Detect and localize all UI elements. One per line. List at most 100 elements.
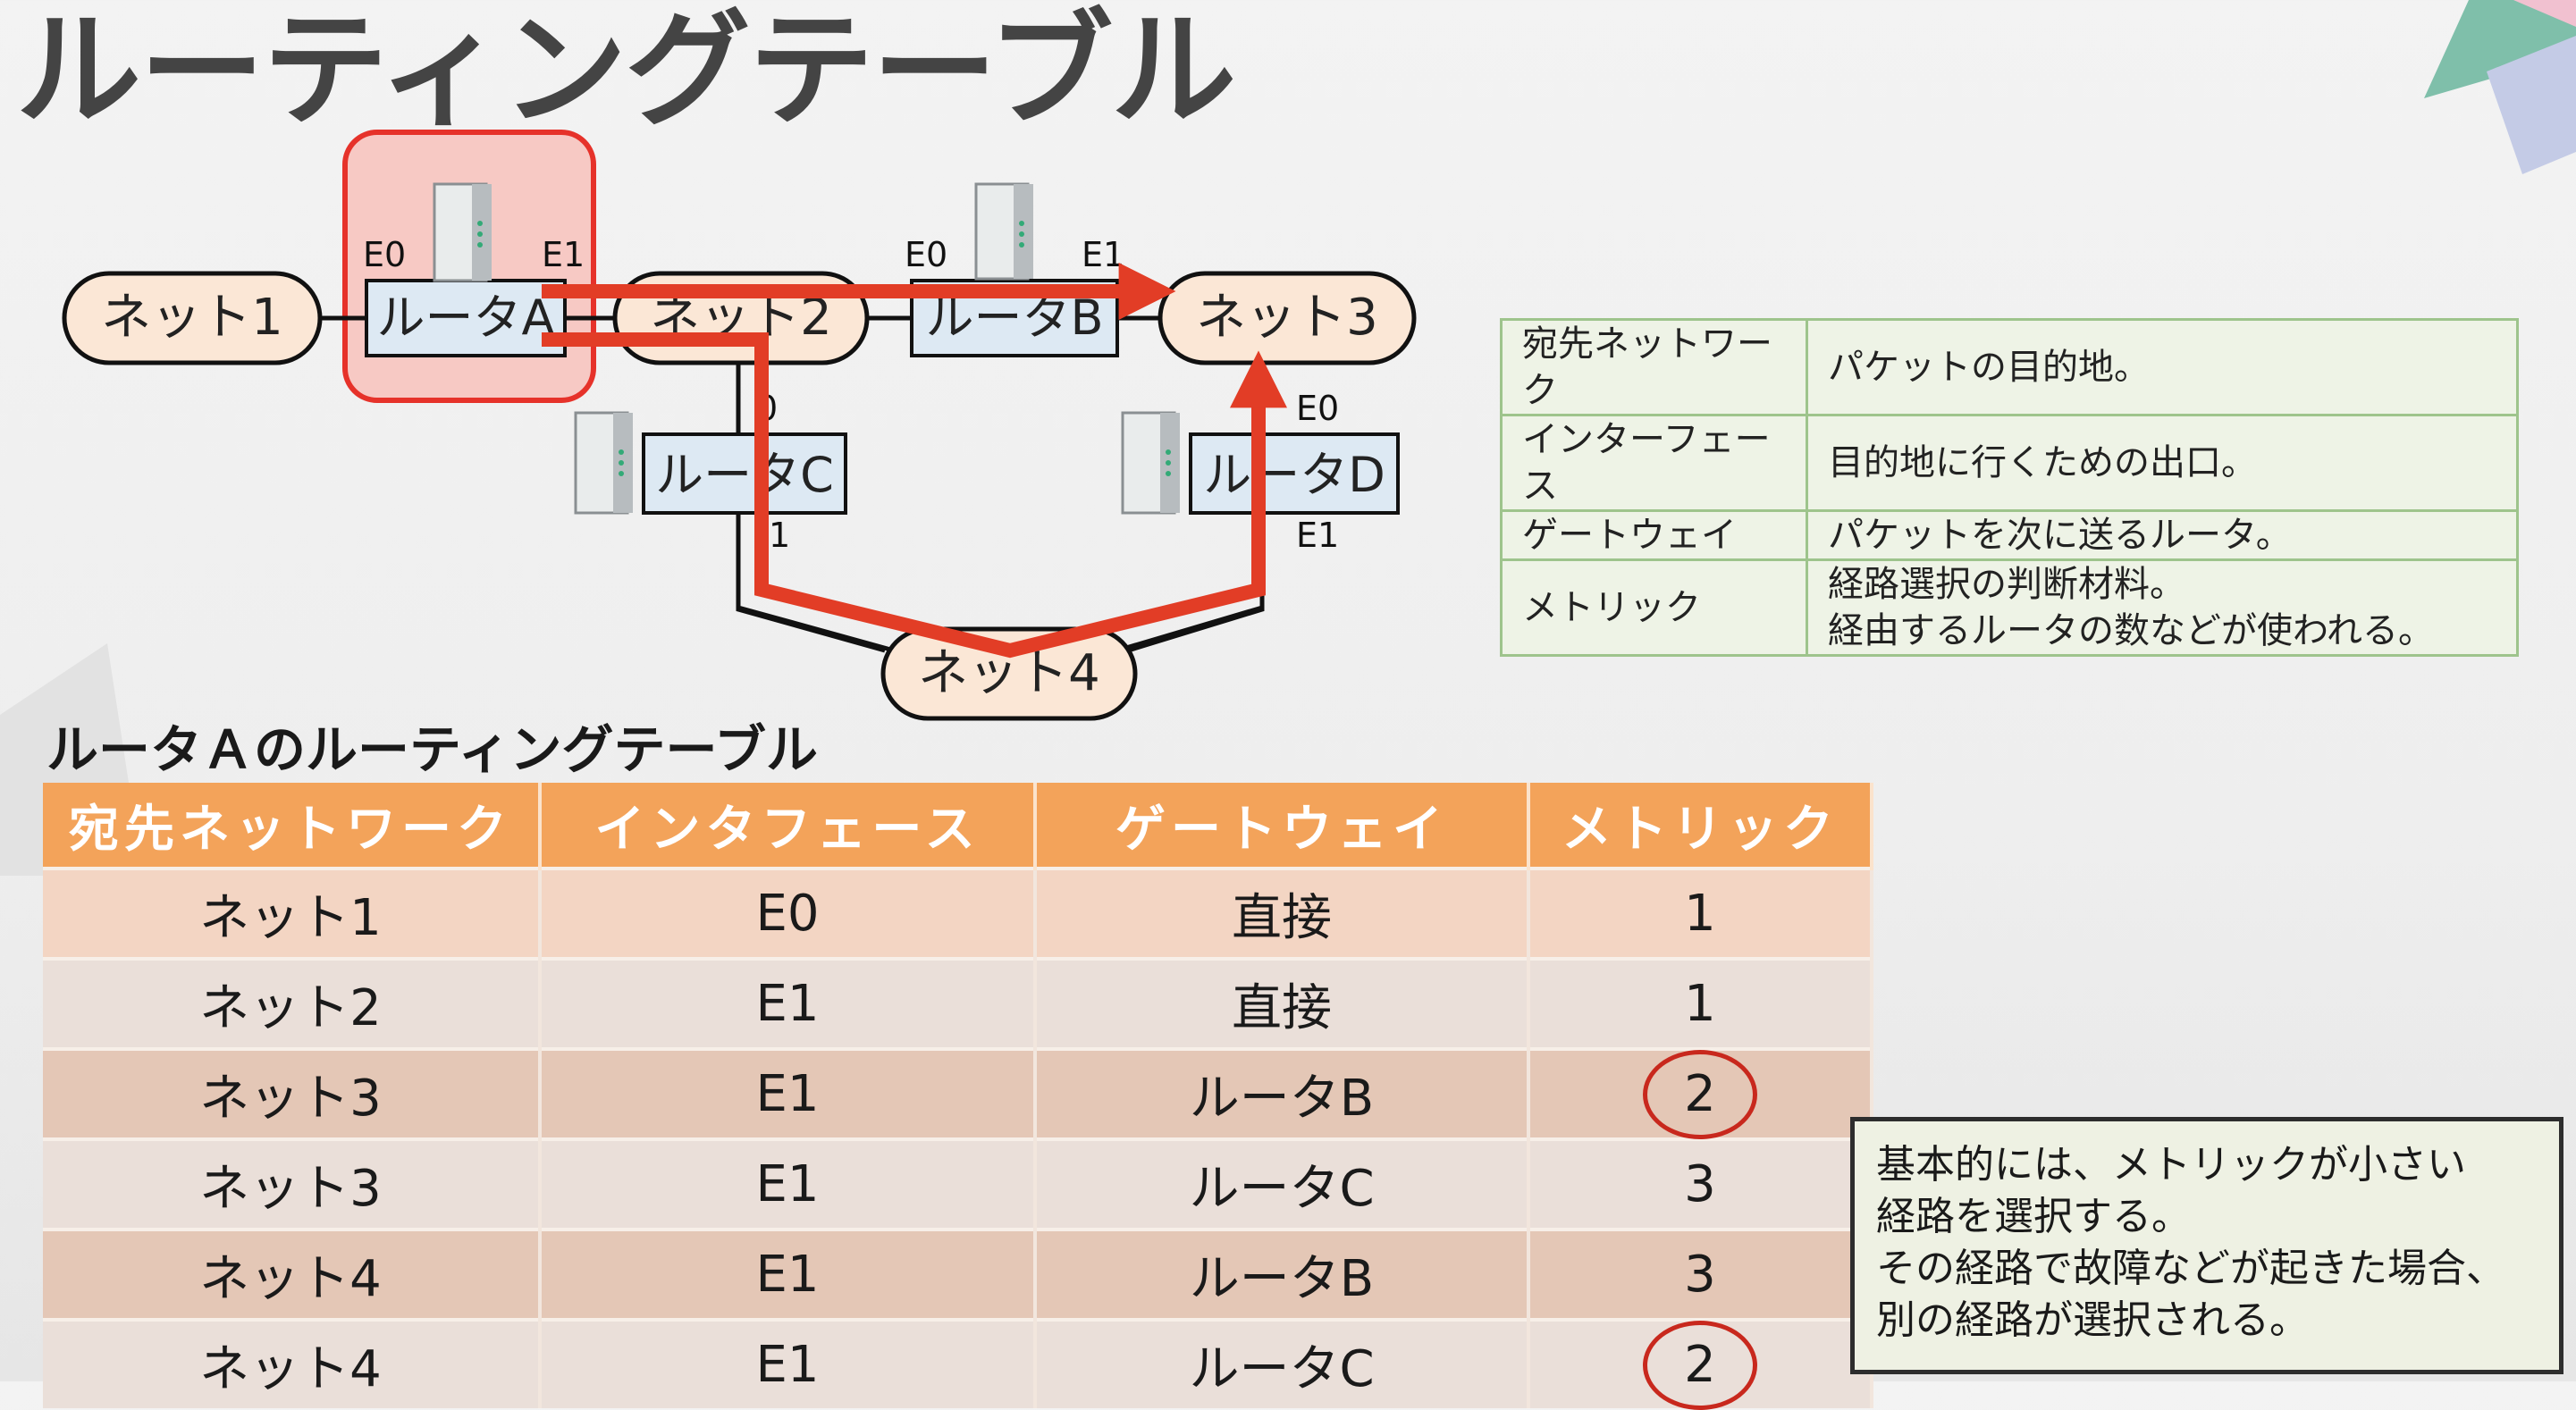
metric-cell: 3 xyxy=(1528,1137,1873,1230)
port-label: E0 xyxy=(363,235,406,274)
router-d: ルータD xyxy=(1189,432,1400,515)
metric-highlight-circle xyxy=(1643,1049,1757,1139)
gateway-cell: ルータC xyxy=(1035,1318,1530,1408)
port-label: E0 xyxy=(1296,389,1339,428)
network-net1: ネット1 xyxy=(62,271,323,365)
metric-cell-text: 3 xyxy=(1684,1246,1716,1304)
glossary-term: メトリック xyxy=(1500,558,1808,657)
glossary-row: 宛先ネットワーク パケットの目的地。 xyxy=(1500,318,2519,416)
dest-cell-text: ネット2 xyxy=(199,979,382,1037)
gateway-cell: ルータC xyxy=(1035,1137,1530,1230)
port-label: 1 xyxy=(769,516,790,555)
glossary-term: ゲートウェイ xyxy=(1500,509,1808,561)
router-a: ルータA xyxy=(365,279,567,357)
gateway-cell: ルータB xyxy=(1035,1047,1530,1139)
routing-table: 宛先ネットワーク インタフェース ゲートウェイ メトリック ネット1 E0 直接 1 ネ… xyxy=(43,783,1873,1410)
column-header: 宛先ネットワーク xyxy=(43,783,542,869)
dest-cell-text: ネット3 xyxy=(199,1160,382,1218)
gateway-cell: 直接 xyxy=(1035,957,1530,1049)
dest-cell: ネット4 xyxy=(43,1318,542,1408)
router-a-label: ルータA xyxy=(377,290,555,346)
glossary-term: 宛先ネットワーク xyxy=(1500,318,1808,416)
iface-cell: E1 xyxy=(540,1318,1037,1408)
dest-cell-text: ネット3 xyxy=(199,1070,382,1128)
table-row: ネット2 E1 直接 1 xyxy=(43,957,1873,1049)
metric-cell: 2 xyxy=(1528,1318,1873,1410)
port-label: E0 xyxy=(905,235,947,274)
gateway-cell-text: ルータC xyxy=(1189,1340,1375,1398)
column-header: ゲートウェイ xyxy=(1035,783,1530,869)
glossary-row: メトリック 経路選択の判断材料。 経由するルータの数などが使われる。 xyxy=(1500,558,2519,657)
glossary-desc-line: パケットの目的地。 xyxy=(1828,347,2150,388)
iface-cell-text: E1 xyxy=(755,975,820,1033)
column-header: メトリック xyxy=(1528,783,1873,869)
dest-cell: ネット4 xyxy=(43,1228,542,1320)
iface-cell-text: E0 xyxy=(755,885,820,943)
gateway-cell-text: 直接 xyxy=(1232,979,1332,1037)
iface-cell: E1 xyxy=(540,1228,1037,1320)
routing-table-header: 宛先ネットワーク インタフェース ゲートウェイ メトリック xyxy=(43,783,1873,869)
net3-label: ネット3 xyxy=(1196,289,1378,347)
glossary-desc: 経路選択の判断材料。 経由するルータの数などが使われる。 xyxy=(1806,558,2519,657)
iface-cell-text: E1 xyxy=(755,1336,820,1394)
note-line: 別の経路が選択される。 xyxy=(1876,1297,2309,1343)
glossary-desc-line: 経由するルータの数などが使われる。 xyxy=(1828,610,2434,651)
net1-label: ネット1 xyxy=(101,289,283,347)
iface-cell: E1 xyxy=(540,1047,1037,1139)
column-header: インタフェース xyxy=(540,783,1037,869)
metric-cell: 1 xyxy=(1528,957,1873,1049)
gateway-cell: 直接 xyxy=(1035,867,1530,959)
glossary-table: 宛先ネットワーク パケットの目的地。 インターフェース 目的地に行くための出口。… xyxy=(1500,318,2519,657)
table-row: ネット1 E0 直接 1 xyxy=(43,867,1873,959)
glossary-desc: パケットを次に送るルータ。 xyxy=(1806,509,2519,561)
iface-cell-text: E1 xyxy=(755,1246,820,1304)
iface-cell: E1 xyxy=(540,1137,1037,1230)
note-line: 経路を選択する。 xyxy=(1876,1194,2191,1239)
note-box: 基本的には、メトリックが小さい 経路を選択する。 その経路で故障などが起きた場合… xyxy=(1850,1117,2563,1374)
glossary-row: ゲートウェイ パケットを次に送るルータ。 xyxy=(1500,509,2519,561)
metric-cell: 3 xyxy=(1528,1228,1873,1320)
table-row: ネット3 E1 ルータC 3 xyxy=(43,1137,1873,1230)
iface-cell-text: E1 xyxy=(755,1065,820,1123)
router-device-icon xyxy=(574,411,633,515)
metric-cell: 2 xyxy=(1528,1047,1873,1139)
glossary-row: インターフェース 目的地に行くための出口。 xyxy=(1500,414,2519,512)
dest-cell: ネット3 xyxy=(43,1137,542,1230)
port-label: E1 xyxy=(1296,516,1339,555)
iface-cell-text: E1 xyxy=(755,1155,820,1213)
dest-cell-text: ネット1 xyxy=(199,889,382,947)
port-label: E1 xyxy=(542,235,585,274)
dest-cell-text: ネット4 xyxy=(199,1250,382,1308)
note-line: 基本的には、メトリックが小さい xyxy=(1876,1142,2466,1188)
gateway-cell: ルータB xyxy=(1035,1228,1530,1320)
dest-cell: ネット3 xyxy=(43,1047,542,1139)
glossary-desc-line: 経路選択の判断材料。 xyxy=(1828,564,2185,605)
dest-cell-text: ネット4 xyxy=(199,1340,382,1398)
gateway-cell-text: ルータB xyxy=(1189,1070,1375,1128)
glossary-desc-line: 目的地に行くための出口。 xyxy=(1828,442,2257,483)
note-line: その経路で故障などが起きた場合、 xyxy=(1876,1246,2505,1291)
router-device-icon xyxy=(974,182,1033,281)
port-label: E1 xyxy=(1082,235,1124,274)
network-net4: ネット4 xyxy=(880,626,1138,721)
network-diagram: ネット1 ネット2 ネット3 ネット4 ルータA ルータB ルータC ルータD xyxy=(62,130,1417,721)
glossary-term: インターフェース xyxy=(1500,414,1808,512)
gateway-cell-text: ルータB xyxy=(1189,1250,1375,1308)
corner-decoration xyxy=(2424,0,2576,174)
table-row: ネット4 E1 ルータB 3 xyxy=(43,1228,1873,1320)
dest-cell: ネット2 xyxy=(43,957,542,1049)
gateway-cell-text: 直接 xyxy=(1232,889,1332,947)
glossary-desc: パケットの目的地。 xyxy=(1806,318,2519,416)
gateway-cell-text: ルータC xyxy=(1189,1160,1375,1218)
router-device-icon xyxy=(433,182,492,282)
routing-table-heading: ルータＡのルーティングテーブル xyxy=(46,719,819,780)
router-device-icon xyxy=(1121,411,1180,515)
metric-highlight-circle xyxy=(1643,1320,1757,1410)
table-row: ネット4 E1 ルータC 2 xyxy=(43,1318,1873,1410)
metric-cell-text: 1 xyxy=(1684,975,1716,1033)
network-net3: ネット3 xyxy=(1158,271,1417,365)
metric-cell-text: 3 xyxy=(1684,1155,1716,1213)
router-d-label: ルータD xyxy=(1203,447,1385,503)
glossary-desc: 目的地に行くための出口。 xyxy=(1806,414,2519,512)
router-c: ルータC xyxy=(642,432,847,515)
